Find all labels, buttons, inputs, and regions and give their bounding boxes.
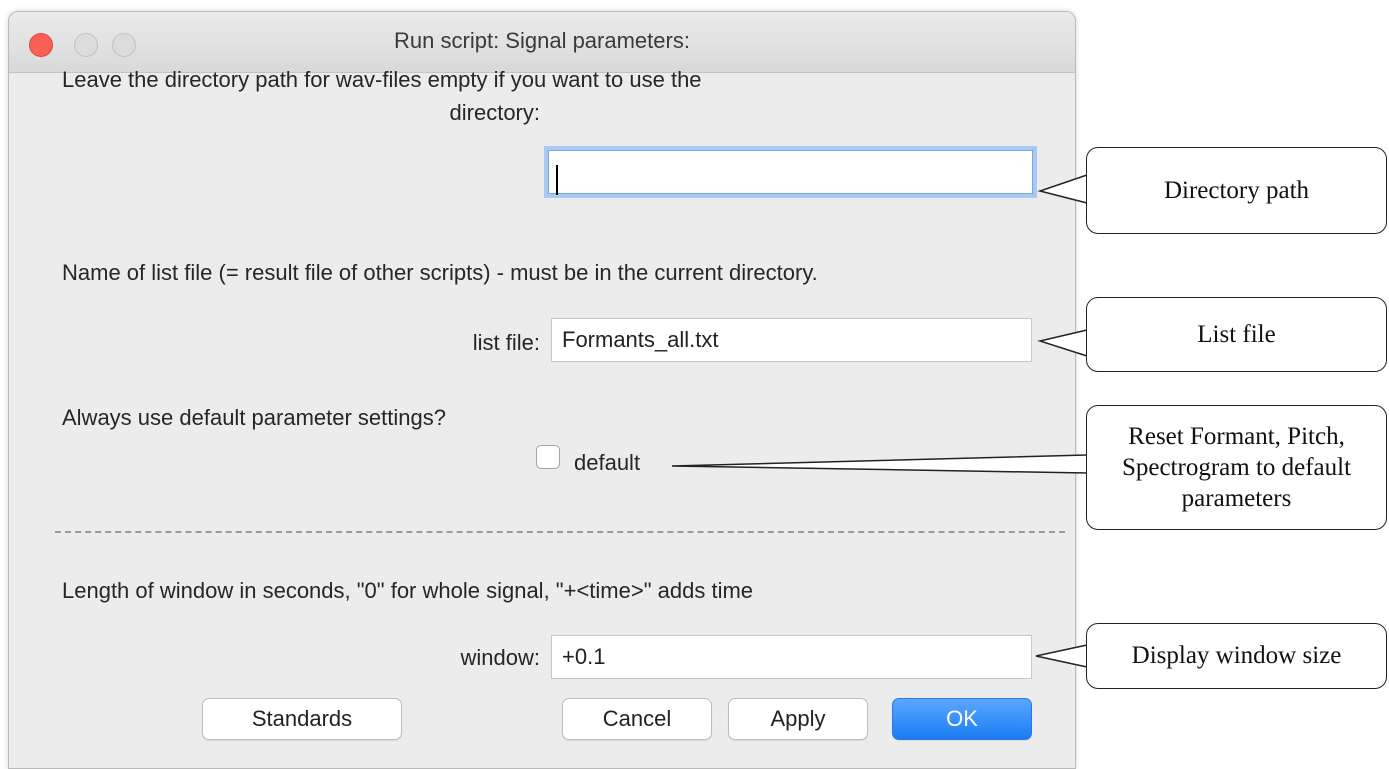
default-callout-line-1: Reset Formant, Pitch, (1128, 422, 1345, 450)
default-callout-line-2: Spectrogram to default (1121, 453, 1352, 481)
directory-callout-pointer (1037, 174, 1088, 204)
default-callout-line-3: parameters (1181, 485, 1292, 513)
default-callout: Reset Formant, Pitch, Spectrogram to def… (1086, 405, 1387, 530)
list-callout: List file (1086, 297, 1387, 372)
window-callout-pointer (1035, 644, 1088, 668)
stage: Run script: Signal parameters: Leave the… (0, 0, 1389, 769)
list-callout-pointer (1037, 329, 1088, 357)
default-callout-pointer (671, 454, 1088, 474)
directory-callout: Directory path (1086, 147, 1387, 234)
window-callout: Display window size (1086, 623, 1387, 689)
